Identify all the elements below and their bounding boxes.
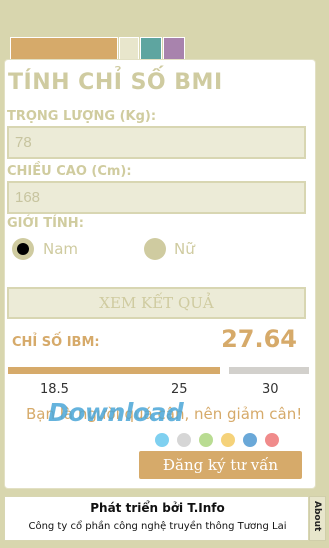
gender-male-label: Nam bbox=[43, 240, 79, 258]
gender-radio-female[interactable] bbox=[144, 238, 166, 260]
gender-female-label: Nữ bbox=[174, 240, 195, 258]
theme-swatch-pink[interactable] bbox=[265, 433, 279, 447]
scale-tick: 18.5 bbox=[40, 382, 69, 397]
footer-subtitle: Công ty cổ phần công nghệ truyền thông T… bbox=[28, 521, 287, 532]
theme-swatch-gray[interactable] bbox=[177, 433, 191, 447]
view-result-button[interactable]: XEM KẾT QUẢ bbox=[7, 287, 306, 319]
theme-swatch-steelblue[interactable] bbox=[243, 433, 257, 447]
scale-tick: 25 bbox=[171, 382, 188, 397]
bmi-scale-obese-bar bbox=[229, 367, 309, 374]
height-label: CHIỀU CAO (Cm): bbox=[7, 164, 132, 179]
page-title: TÍNH CHỈ SỐ BMI bbox=[8, 70, 223, 95]
register-consult-button[interactable]: Đăng ký tư vấn bbox=[139, 451, 302, 479]
ibm-label: CHỈ SỐ IBM: bbox=[12, 335, 100, 350]
scale-tick: 30 bbox=[262, 382, 279, 397]
radio-selected-dot bbox=[17, 243, 29, 255]
about-label: About bbox=[312, 501, 322, 532]
download-watermark: Download bbox=[48, 398, 184, 427]
height-field[interactable]: 168 bbox=[7, 181, 306, 214]
footer-title: Phát triển bởi T.Info bbox=[90, 501, 225, 515]
weight-label: TRỌNG LƯỢNG (Kg): bbox=[7, 109, 157, 124]
gender-label: GIỚI TÍNH: bbox=[7, 216, 84, 231]
theme-swatch-blue[interactable] bbox=[155, 433, 169, 447]
about-tab[interactable]: About bbox=[309, 496, 326, 541]
weight-field[interactable]: 78 bbox=[7, 126, 306, 159]
footer-credits: Phát triển bởi T.Info Công ty cổ phần cô… bbox=[4, 496, 309, 541]
gender-radio-male[interactable] bbox=[12, 238, 34, 260]
theme-swatch-yellow[interactable] bbox=[221, 433, 235, 447]
bmi-scale-overweight-bar bbox=[8, 367, 220, 374]
theme-swatch-green[interactable] bbox=[199, 433, 213, 447]
ibm-value: 27.64 bbox=[221, 325, 297, 353]
